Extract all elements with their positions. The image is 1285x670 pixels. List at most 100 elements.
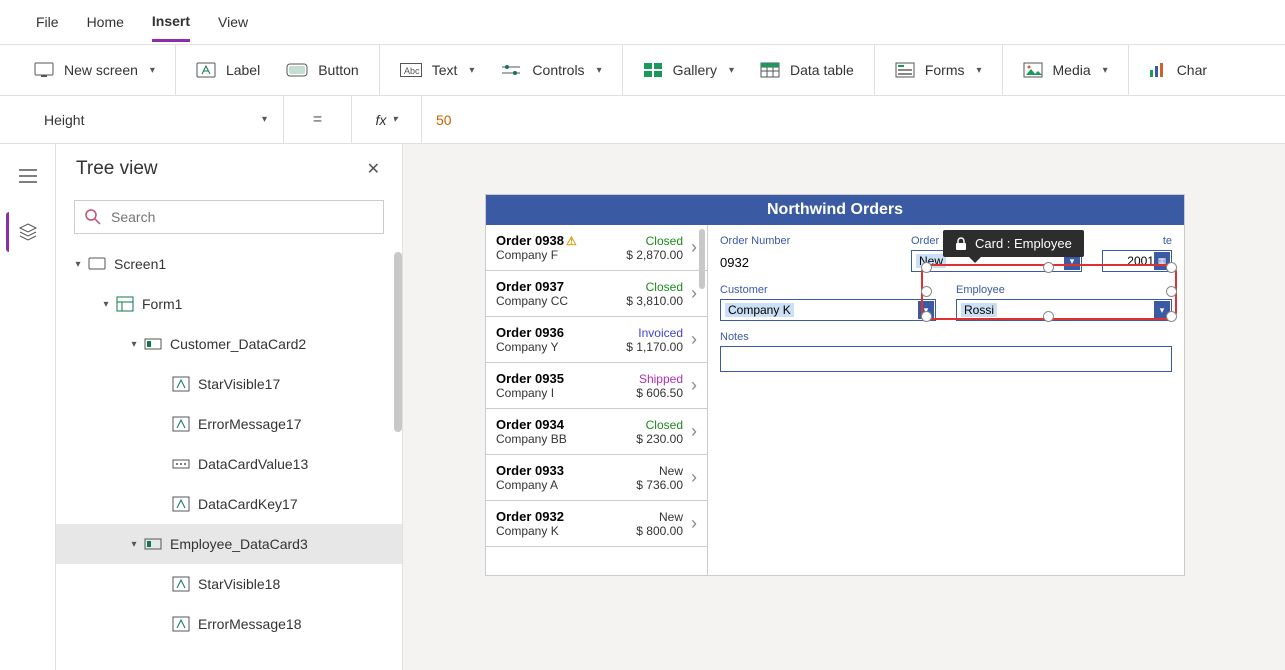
order-amount: $ 2,870.00	[626, 248, 683, 262]
tree-search[interactable]	[74, 200, 384, 234]
order-item[interactable]: Order 0932Company KNew$ 800.00›	[486, 501, 707, 547]
tree-node-label: DataCardKey17	[198, 496, 298, 512]
chevron-right-icon: ›	[691, 421, 697, 442]
chevron-down-icon: ▾	[1103, 65, 1108, 76]
forms-button[interactable]: Forms ▾	[895, 62, 982, 78]
tree-node-starvisible17[interactable]: StarVisible17	[56, 364, 402, 404]
order-date-label: te	[1102, 235, 1172, 247]
tree-title: Tree view	[76, 158, 158, 180]
order-amount: $ 3,810.00	[626, 294, 683, 308]
new-screen-label: New screen	[64, 62, 138, 78]
controls-button[interactable]: Controls ▾	[500, 62, 601, 78]
formula-bar: Height ▾ = fx▾	[0, 96, 1285, 144]
order-company: Company A	[496, 478, 636, 492]
order-item[interactable]: Order 0935Company IShipped$ 606.50›	[486, 363, 707, 409]
tree-node-errormessage18[interactable]: ErrorMessage18	[56, 604, 402, 644]
hamburger-button[interactable]	[8, 156, 48, 196]
order-status: Invoiced	[626, 326, 683, 340]
chevron-right-icon: ›	[691, 467, 697, 488]
ctrl-icon	[172, 615, 190, 633]
label-icon	[196, 62, 216, 78]
app-titlebar: Northwind Orders	[486, 195, 1184, 225]
caret-icon: ▾	[100, 299, 112, 310]
card-icon	[144, 335, 162, 353]
menubar: File Home Insert View	[0, 0, 1285, 44]
tree-node-label: ErrorMessage17	[198, 416, 302, 432]
tree-node-label: ErrorMessage18	[198, 616, 302, 632]
datatable-icon	[760, 62, 780, 78]
data-table-label: Data table	[790, 62, 854, 78]
formula-input[interactable]	[422, 112, 1285, 128]
button-button[interactable]: Button	[286, 62, 358, 78]
search-input[interactable]	[111, 209, 373, 225]
chevron-down-icon: ▾	[729, 65, 734, 76]
scrollbar-thumb[interactable]	[394, 252, 402, 432]
chart-button[interactable]: Char	[1149, 62, 1207, 78]
notes-label: Notes	[720, 331, 1172, 343]
order-item[interactable]: Order 0934Company BBClosed$ 230.00›	[486, 409, 707, 455]
fx-button[interactable]: fx▾	[352, 96, 422, 143]
label-button[interactable]: Label	[196, 62, 260, 78]
selection-handles[interactable]	[927, 268, 1171, 316]
media-icon	[1023, 62, 1043, 78]
order-date-value: 2001	[1127, 254, 1154, 268]
menu-home[interactable]: Home	[87, 4, 124, 40]
property-dropdown[interactable]: Height ▾	[0, 96, 284, 143]
gallery-button[interactable]: Gallery ▾	[643, 62, 734, 78]
tree-node-customer_datacard2[interactable]: ▾Customer_DataCard2	[56, 324, 402, 364]
tree-node-label: DataCardValue13	[198, 456, 308, 472]
order-item[interactable]: Order 0937Company CCClosed$ 3,810.00›	[486, 271, 707, 317]
card-icon	[144, 535, 162, 553]
orders-gallery[interactable]: Order 0938⚠Company FClosed$ 2,870.00›Ord…	[486, 225, 708, 575]
tree-node-errormessage17[interactable]: ErrorMessage17	[56, 404, 402, 444]
screen-icon	[88, 255, 106, 273]
menu-file[interactable]: File	[36, 4, 59, 40]
new-screen-button[interactable]: New screen ▾	[34, 62, 155, 78]
gallery-icon	[643, 62, 663, 78]
customer-label: Customer	[720, 284, 936, 296]
close-button[interactable]: ✕	[365, 159, 382, 179]
media-button[interactable]: Media ▾	[1023, 62, 1108, 78]
tree-node-label: Employee_DataCard3	[170, 536, 308, 552]
ribbon: New screen ▾ Label Button Abc Text ▾ Con…	[0, 44, 1285, 96]
canvas-area[interactable]: Northwind Orders Order 0938⚠Company FClo…	[403, 144, 1285, 670]
ctrl-icon	[172, 415, 190, 433]
combo-icon	[172, 455, 190, 473]
order-status: Closed	[626, 234, 683, 248]
tree-node-datacardvalue13[interactable]: DataCardValue13	[56, 444, 402, 484]
chevron-right-icon: ›	[691, 237, 697, 258]
tree-node-datacardkey17[interactable]: DataCardKey17	[56, 484, 402, 524]
order-number: Order 0934	[496, 417, 636, 432]
forms-icon	[895, 62, 915, 78]
ctrl-icon	[172, 495, 190, 513]
data-table-button[interactable]: Data table	[760, 62, 854, 78]
hamburger-icon	[19, 169, 37, 183]
text-button[interactable]: Abc Text ▾	[400, 62, 475, 78]
controls-icon	[500, 63, 522, 77]
order-item[interactable]: Order 0933Company ANew$ 736.00›	[486, 455, 707, 501]
menu-insert[interactable]: Insert	[152, 3, 190, 42]
tree-node-label: StarVisible17	[198, 376, 280, 392]
tree-node-label: Customer_DataCard2	[170, 336, 306, 352]
order-status: Shipped	[636, 372, 683, 386]
order-item[interactable]: Order 0936Company YInvoiced$ 1,170.00›	[486, 317, 707, 363]
ctrl-icon	[172, 575, 190, 593]
order-number-label: Order Number	[720, 235, 891, 247]
tree-view-button[interactable]	[6, 212, 46, 252]
tree-node-screen1[interactable]: ▾Screen1	[56, 244, 402, 284]
left-rail	[0, 144, 56, 670]
order-item[interactable]: Order 0938⚠Company FClosed$ 2,870.00›	[486, 225, 707, 271]
chevron-right-icon: ›	[691, 375, 697, 396]
tree-node-starvisible18[interactable]: StarVisible18	[56, 564, 402, 604]
button-label: Button	[318, 62, 358, 78]
tree-node-form1[interactable]: ▾Form1	[56, 284, 402, 324]
gallery-label: Gallery	[673, 62, 717, 78]
customer-combo[interactable]: Company K▾	[720, 299, 936, 321]
order-company: Company Y	[496, 340, 626, 354]
caret-icon: ▾	[72, 259, 84, 270]
notes-input[interactable]	[720, 346, 1172, 372]
tree-body: ▾Screen1▾Form1▾Customer_DataCard2StarVis…	[56, 244, 402, 670]
menu-view[interactable]: View	[218, 4, 248, 40]
tree-node-employee_datacard3[interactable]: ▾Employee_DataCard3	[56, 524, 402, 564]
chevron-down-icon: ▾	[597, 65, 602, 76]
